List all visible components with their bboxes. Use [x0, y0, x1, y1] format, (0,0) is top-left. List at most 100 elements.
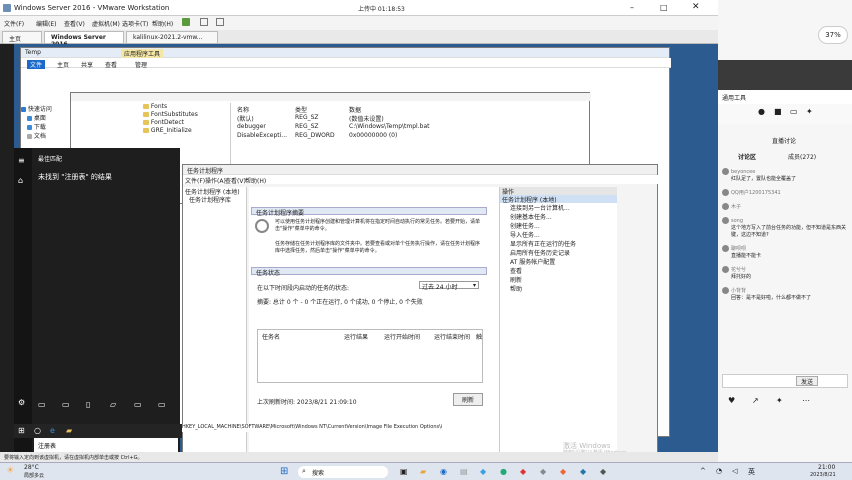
folder-icon[interactable]: ▰ [66, 426, 72, 435]
minimize-button[interactable]: – [630, 3, 634, 12]
menu-vm[interactable]: 虚拟机(M) [92, 19, 120, 28]
chat-input[interactable] [722, 374, 848, 388]
action-item[interactable]: 帮助 [500, 284, 617, 293]
app-icon[interactable]: ◆ [540, 467, 546, 476]
app-icon[interactable]: ◆ [520, 467, 526, 476]
sched-menu-file[interactable]: 文件(F) [185, 176, 205, 185]
maximize-button[interactable]: □ [660, 3, 668, 12]
vmware-icon[interactable]: ▤ [460, 467, 468, 476]
guest-desktop[interactable]: Temp 文件 主页 共享 查看 管理 应用程序工具 快速访问 桌面 下载 文档… [0, 44, 718, 462]
snapshot-icon[interactable] [200, 18, 208, 26]
search-icon[interactable]: ○ [34, 426, 41, 435]
menu-view[interactable]: 查看(V) [64, 19, 85, 28]
app-icon[interactable]: ▭ [62, 400, 70, 409]
ribbon-view[interactable]: 查看 [105, 60, 117, 69]
reg-key[interactable]: Fonts [71, 103, 230, 111]
ribbon-file[interactable]: 文件 [27, 60, 46, 69]
gift-icon[interactable]: ✦ [806, 107, 813, 116]
action-item[interactable]: 创建任务... [500, 221, 617, 230]
fullscreen-icon[interactable] [216, 18, 224, 26]
table-row[interactable]: DisableExcepti... REG_DWORD 0x00000000 (… [237, 132, 577, 141]
app-icon[interactable]: ◆ [600, 467, 606, 476]
gift-icon[interactable]: ✦ [776, 396, 783, 405]
action-item[interactable]: 连接到另一台计算机... [500, 203, 617, 212]
wechat-icon[interactable]: ● [500, 467, 507, 476]
reg-values: 名称 类型 数据 (默认) REG_SZ (数值未设置) debugger RE… [237, 105, 577, 141]
network-icon[interactable]: ◔ [716, 467, 722, 475]
action-item[interactable]: 创建基本任务... [500, 212, 617, 221]
chevron-up-icon[interactable]: ^ [700, 467, 706, 475]
share-icon[interactable]: ↗ [752, 396, 759, 405]
tab-kali[interactable]: kalilinux-2021.2-vmw... [126, 31, 218, 43]
tree-item-local[interactable]: 任务计划程序 (本地) [183, 187, 246, 196]
folder-icon[interactable]: ▰ [420, 467, 426, 476]
windows-start-icon[interactable]: ⊞ [18, 426, 25, 435]
tab-home[interactable]: 主页 [2, 31, 42, 43]
folder-icon[interactable]: ▱ [110, 400, 116, 409]
table-row[interactable]: debugger REG_SZ C:\Windows\Temp\tmpl.bat [237, 123, 577, 132]
action-item[interactable]: 启用所有任务历史记录 [500, 248, 617, 257]
task-view-icon[interactable]: ▣ [400, 467, 408, 476]
ribbon-manage[interactable]: 管理 [135, 60, 147, 69]
app-icon[interactable]: ◆ [580, 467, 586, 476]
tab-members[interactable]: 成员(272) [788, 152, 816, 161]
menu-tabs[interactable]: 选项卡(T) [122, 19, 148, 28]
ime-indicator[interactable]: 英 [748, 467, 755, 477]
camera-icon[interactable]: ■ [774, 107, 782, 116]
ribbon-home[interactable]: 主页 [57, 60, 69, 69]
screen-icon[interactable]: ▭ [790, 107, 798, 116]
mic-icon[interactable]: ● [758, 107, 765, 116]
table-row[interactable]: (默认) REG_SZ (数值未设置) [237, 114, 577, 123]
home-icon[interactable]: ⌂ [18, 176, 23, 185]
status-range-select[interactable]: 过去 24 小时 ▾ [419, 281, 479, 291]
status-header[interactable]: 任务状态 [251, 267, 487, 277]
overview-header[interactable]: 任务计划程序摘要 [251, 207, 487, 217]
action-item[interactable]: 刷新 [500, 275, 617, 284]
hamburger-icon[interactable]: ≡ [18, 156, 25, 165]
action-item[interactable]: AT 服务帐户配置 [500, 257, 617, 266]
start-search-input[interactable]: 注册表 [34, 438, 178, 452]
refresh-button[interactable]: 刷新 [453, 393, 483, 406]
host-taskbar: 28°C 局部多云 ☀ ⊞ 搜索 ⌕ ▣ ▰ ◉ ▤ ◆ ● ◆ ◆ ◆ ◆ ◆… [0, 462, 852, 480]
clock-time[interactable]: 21:00 [818, 464, 835, 471]
action-item[interactable]: 查看 [500, 266, 617, 275]
close-button[interactable]: ✕ [692, 2, 700, 12]
reg-key[interactable]: GRE_Initialize [71, 127, 230, 135]
sched-menu-action[interactable]: 操作(A) [205, 176, 226, 185]
sched-menu-help[interactable]: 帮助(H) [245, 176, 266, 185]
tree-item-library[interactable]: 任务计划程序库 [183, 195, 246, 204]
edge-icon[interactable]: ◉ [440, 467, 447, 476]
image-icon[interactable]: ▭ [158, 400, 166, 409]
document-icon[interactable]: ▯ [86, 400, 90, 409]
live-toolbar: ● ■ ▭ ✦ [718, 104, 852, 124]
avatar [722, 245, 729, 252]
sched-menu-view[interactable]: 查看(V) [225, 176, 246, 185]
action-item[interactable]: 导入任务... [500, 230, 617, 239]
reg-key[interactable]: FontSubstitutes [71, 111, 230, 119]
clock-date[interactable]: 2023/8/21 [810, 472, 836, 478]
ie-icon[interactable]: e [50, 426, 55, 435]
taskbar-search[interactable]: 搜索 [298, 466, 388, 478]
app-icon[interactable]: ▭ [38, 400, 46, 409]
play-icon[interactable] [182, 18, 190, 26]
reg-key[interactable]: FontDetect [71, 119, 230, 127]
actions-selected[interactable]: 任务计划程序 (本地) [500, 195, 617, 204]
menu-file[interactable]: 文件(F) [4, 19, 24, 28]
tab-windows-server[interactable]: Windows Server 2016 [44, 31, 124, 48]
send-button[interactable]: 发送 [796, 376, 818, 386]
windows-start-icon[interactable]: ⊞ [280, 466, 288, 477]
like-icon[interactable]: ♥ [728, 396, 735, 405]
more-icon[interactable]: ⋯ [802, 396, 810, 405]
menu-edit[interactable]: 编辑(E) [36, 19, 56, 28]
menu-help[interactable]: 帮助(H) [152, 19, 173, 28]
action-item[interactable]: 显示所有正在运行的任务 [500, 239, 617, 248]
upload-status: 上传中 01:18:53 [358, 6, 405, 13]
settings-icon[interactable]: ⚙ [18, 398, 25, 407]
app-icon[interactable]: ◆ [480, 467, 486, 476]
video-icon[interactable]: ▭ [134, 400, 142, 409]
app-icon[interactable]: ◆ [560, 467, 566, 476]
volume-icon[interactable]: ◁ [732, 467, 737, 475]
ribbon-share[interactable]: 共享 [81, 60, 93, 69]
tab-discussion[interactable]: 讨论区 [738, 152, 756, 161]
refresh-time: 上次刷新时间: 2023/8/21 21:09:10 [257, 399, 357, 406]
